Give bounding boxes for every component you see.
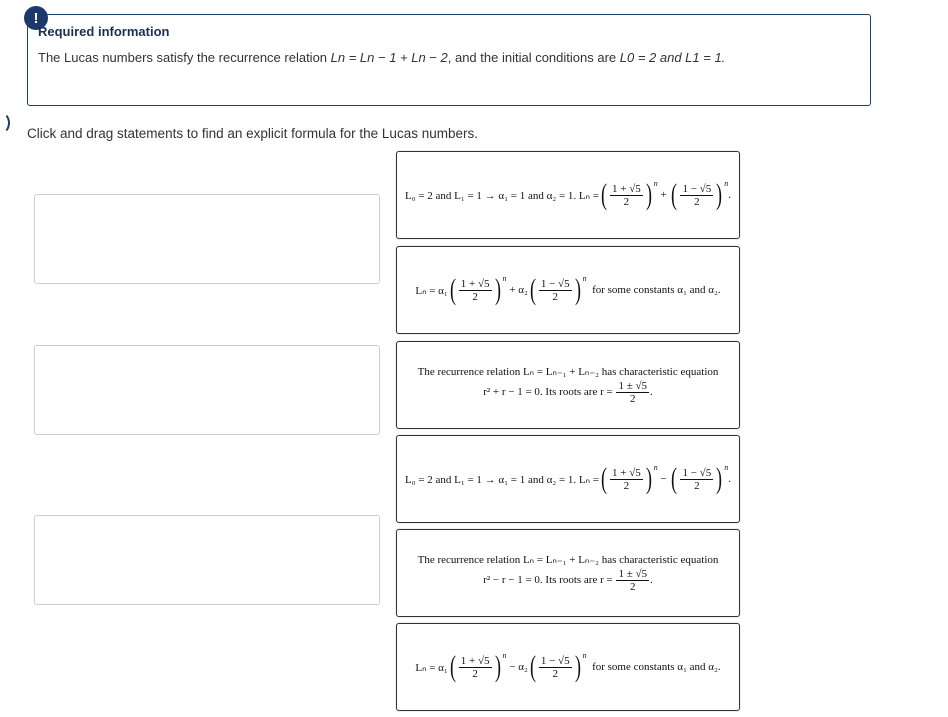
info-text: The Lucas numbers satisfy the recurrence…: [38, 50, 725, 65]
card-1-operator: +: [660, 189, 667, 201]
card-4-exp1: n: [653, 462, 658, 472]
card-1-term2-den: 2: [694, 195, 700, 208]
card-2-term1-den: 2: [472, 290, 478, 303]
card-2-operator: + α₂: [509, 284, 528, 296]
card-2-tail: for some constants α₁ and α₂.: [592, 284, 721, 296]
card-6-term2-den: 2: [552, 667, 558, 680]
card-3-root-den: 2: [630, 393, 636, 405]
card-4-term2-num: 1 − √5: [680, 466, 714, 480]
card-3-tail: .: [650, 386, 653, 399]
card-2-term2-den: 2: [552, 290, 558, 303]
drop-zone-3[interactable]: [34, 515, 380, 605]
card-1-term2-num: 1 − √5: [680, 182, 714, 196]
card-1-tail: .: [728, 189, 731, 201]
card-4-term1-den: 2: [623, 479, 630, 492]
card-6-exp2: n: [582, 650, 587, 660]
info-text-prefix: The Lucas numbers satisfy the recurrence…: [38, 50, 331, 65]
card-6-term2-num: 1 − √5: [538, 654, 572, 668]
card-4-exp2: n: [724, 462, 729, 472]
card-6-exp1: n: [502, 650, 507, 660]
card-6-term1-den: 2: [472, 667, 478, 680]
card-2-term2-num: 1 − √5: [538, 277, 572, 291]
card-4-term2-den: 2: [694, 479, 700, 492]
card-5-root-den: 2: [630, 581, 636, 593]
instructions-text: Click and drag statements to find an exp…: [27, 126, 478, 141]
card-5-line1: The recurrence relation Lₙ = Lₙ₋₁ + Lₙ₋₂…: [417, 554, 719, 566]
card-1-term1-den: 2: [623, 195, 630, 208]
info-text-middle: , and the initial conditions are: [447, 50, 620, 65]
drop-zone-2[interactable]: [34, 345, 380, 435]
card-6-operator: − α₂: [509, 661, 528, 673]
card-2-term1-num: 1 + √5: [458, 277, 492, 291]
card-2-exp2: n: [582, 273, 587, 283]
statement-card-4[interactable]: L₀ = 2 and L₁ = 1 → α₁ = 1 and α₂ = 1. L…: [396, 435, 740, 523]
recurrence-formula: Ln = Ln − 1 + Ln − 2: [330, 50, 448, 65]
card-3-line2: r² + r − 1 = 0. Its roots are r =: [483, 386, 613, 399]
card-2-lead: Lₙ = α₁: [415, 284, 448, 297]
card-5-tail: .: [650, 574, 653, 587]
card-1-lead: L₀ = 2 and L₁ = 1 → α₁ = 1 and α₂ = 1. L…: [405, 189, 599, 202]
card-3-root-num: 1 ± √5: [616, 380, 650, 393]
card-3-line1: The recurrence relation Lₙ = Lₙ₋₁ + Lₙ₋₂…: [417, 366, 719, 378]
card-1-exp2: n: [724, 178, 729, 188]
info-title: Required information: [38, 24, 170, 39]
card-5-line2: r² − r − 1 = 0. Its roots are r =: [483, 574, 613, 587]
statement-card-2[interactable]: Lₙ = α₁ (1 + √5 2) n + α₂ (1 − √5 2) n for s…: [396, 246, 740, 334]
card-4-tail: .: [728, 473, 731, 485]
card-6-tail: for some constants α₁ and α₂.: [592, 661, 721, 673]
drop-zone-1[interactable]: [34, 194, 380, 284]
card-2-exp1: n: [502, 273, 507, 283]
partial-circle-mark: [0, 112, 10, 134]
statement-card-3[interactable]: The recurrence relation Lₙ = Lₙ₋₁ + Lₙ₋₂…: [396, 341, 740, 429]
statement-card-6[interactable]: Lₙ = α₁ (1 + √5 2) n − α₂ (1 − √5 2) n for s…: [396, 623, 740, 711]
statement-card-1[interactable]: L₀ = 2 and L₁ = 1 → α₁ = 1 and α₂ = 1. L…: [396, 151, 740, 239]
card-6-term1-num: 1 + √5: [458, 654, 492, 668]
card-1-exp1: n: [653, 178, 658, 188]
card-5-root-num: 1 ± √5: [616, 568, 650, 581]
card-4-operator: −: [660, 473, 667, 485]
card-4-term1-num: 1 + √5: [609, 466, 643, 480]
card-4-lead: L₀ = 2 and L₁ = 1 → α₁ = 1 and α₂ = 1. L…: [405, 473, 599, 486]
card-1-term1-num: 1 + √5: [609, 182, 643, 196]
statement-card-5[interactable]: The recurrence relation Lₙ = Lₙ₋₁ + Lₙ₋₂…: [396, 529, 740, 617]
initial-conditions: L0 = 2 and L1 = 1.: [619, 50, 726, 65]
card-6-lead: Lₙ = α₁: [415, 661, 448, 674]
